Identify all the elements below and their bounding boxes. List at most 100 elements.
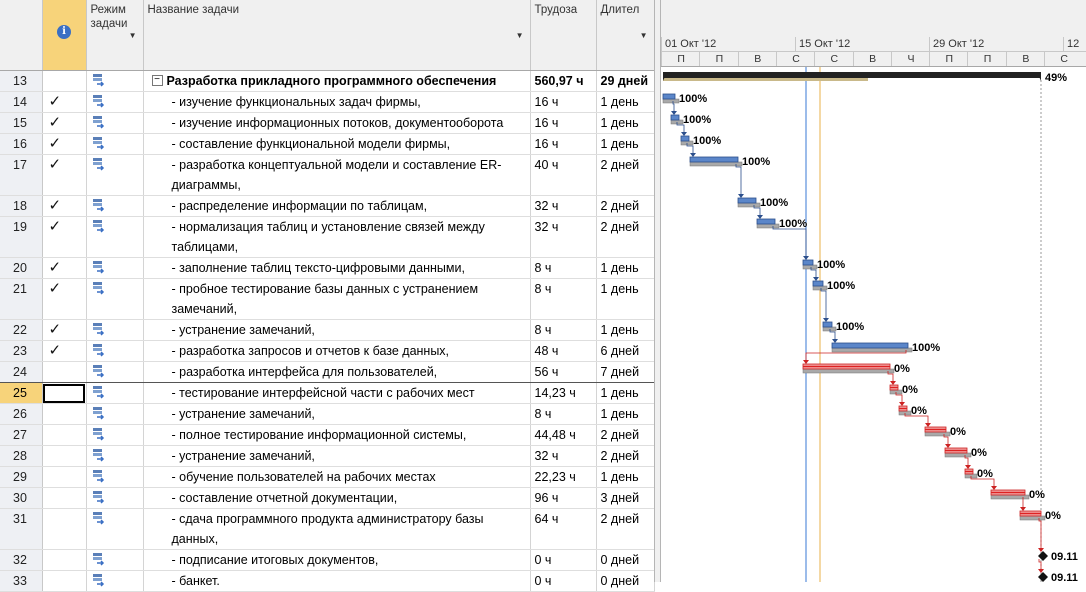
task-name-cell[interactable]: - изучение информационных потоков, докум… (143, 112, 531, 134)
task-mode-cell[interactable] (86, 549, 144, 571)
task-mode-cell[interactable] (86, 570, 144, 592)
task-work[interactable]: 8 ч (530, 403, 597, 425)
task-duration[interactable]: 3 дней (596, 487, 655, 509)
task-work[interactable]: 560,97 ч (530, 70, 597, 92)
indicator-cell[interactable] (42, 424, 87, 446)
chevron-down-icon[interactable]: ▼ (640, 29, 648, 43)
task-row[interactable]: 15 ✓ - изучение информационных потоков, до… (0, 112, 655, 134)
row-id[interactable]: 22 (0, 319, 43, 341)
task-mode-cell[interactable] (86, 278, 144, 320)
task-work[interactable]: 44,48 ч (530, 424, 597, 446)
task-duration[interactable]: 1 день (596, 403, 655, 425)
task-name-cell[interactable]: - изучение функциональных задач фирмы, (143, 91, 531, 113)
task-name-cell[interactable]: - разработка концептуальной модели и сос… (143, 154, 531, 196)
task-duration[interactable]: 1 день (596, 91, 655, 113)
indicator-cell[interactable]: ✓ (42, 257, 87, 279)
task-mode-cell[interactable] (86, 340, 144, 362)
task-name-cell[interactable]: - заполнение таблиц тексто-цифровыми дан… (143, 257, 531, 279)
task-mode-cell[interactable] (86, 382, 144, 404)
task-duration[interactable]: 1 день (596, 257, 655, 279)
indicator-cell[interactable] (42, 570, 87, 592)
task-work[interactable]: 32 ч (530, 445, 597, 467)
row-id[interactable]: 29 (0, 466, 43, 488)
task-row[interactable]: 24 - разработка интерфейса для пользовате… (0, 361, 655, 383)
task-name-cell[interactable]: - устранение замечаний, (143, 319, 531, 341)
work-column-header[interactable]: Трудоза (530, 0, 597, 71)
row-id[interactable]: 20 (0, 257, 43, 279)
collapse-icon[interactable]: − (151, 75, 163, 86)
task-mode-cell[interactable] (86, 487, 144, 509)
task-row[interactable]: 27 - полное тестирование информационной с… (0, 424, 655, 446)
task-name-cell[interactable]: - устранение замечаний, (143, 445, 531, 467)
task-mode-cell[interactable] (86, 361, 144, 383)
task-work[interactable]: 0 ч (530, 549, 597, 571)
task-row[interactable]: 18 ✓ - распределение информации по таблица… (0, 195, 655, 217)
task-row[interactable]: 30 - составление отчетной документации, 96… (0, 487, 655, 509)
task-work[interactable]: 40 ч (530, 154, 597, 196)
task-row[interactable]: 23 ✓ - разработка запросов и отчетов к баз… (0, 340, 655, 362)
task-work[interactable]: 32 ч (530, 216, 597, 258)
task-name-cell[interactable]: - сдача программного продукта администра… (143, 508, 531, 550)
row-id[interactable]: 26 (0, 403, 43, 425)
task-row[interactable]: 28 - устранение замечаний, 32 ч2 дней (0, 445, 655, 467)
indicator-cell[interactable]: ✓ (42, 319, 87, 341)
task-mode-cell[interactable] (86, 445, 144, 467)
row-id[interactable]: 23 (0, 340, 43, 362)
split-divider[interactable] (654, 0, 661, 582)
task-name-cell[interactable]: - подписание итоговых документов, (143, 549, 531, 571)
indicator-cell[interactable] (42, 466, 87, 488)
task-mode-cell[interactable] (86, 257, 144, 279)
indicator-cell[interactable] (42, 508, 87, 550)
task-work[interactable]: 96 ч (530, 487, 597, 509)
task-mode-cell[interactable] (86, 319, 144, 341)
task-name-cell[interactable]: - распределение информации по таблицам, (143, 195, 531, 217)
task-mode-cell[interactable] (86, 133, 144, 155)
select-all-corner[interactable] (0, 0, 43, 71)
indicator-cell[interactable]: ✓ (42, 278, 87, 320)
task-mode-cell[interactable] (86, 216, 144, 258)
indicator-cell[interactable] (42, 361, 87, 383)
row-id[interactable]: 24 (0, 361, 43, 383)
task-name-cell[interactable]: - пробное тестирование базы данных с уст… (143, 278, 531, 320)
row-id[interactable]: 13 (0, 70, 43, 92)
task-duration[interactable]: 1 день (596, 466, 655, 488)
task-work[interactable]: 48 ч (530, 340, 597, 362)
task-work[interactable]: 16 ч (530, 91, 597, 113)
task-mode-cell[interactable] (86, 403, 144, 425)
task-name-cell[interactable]: - устранение замечаний, (143, 403, 531, 425)
task-mode-cell[interactable] (86, 424, 144, 446)
task-mode-cell[interactable] (86, 195, 144, 217)
task-name-cell[interactable]: − Разработка прикладного программного обе… (143, 70, 531, 92)
task-work[interactable]: 56 ч (530, 361, 597, 383)
task-work[interactable]: 14,23 ч (530, 382, 597, 404)
task-row[interactable]: 21 ✓ - пробное тестирование базы данных с … (0, 278, 655, 320)
task-row[interactable]: 33 - банкет. 0 ч0 дней (0, 570, 655, 592)
row-id[interactable]: 21 (0, 278, 43, 320)
task-row[interactable]: 25 - тестирование интерфейсной части с ра… (0, 382, 655, 404)
task-work[interactable]: 16 ч (530, 133, 597, 155)
indicator-cell[interactable]: ✓ (42, 133, 87, 155)
task-duration[interactable]: 7 дней (596, 361, 655, 383)
duration-column-header[interactable]: Длител ▼ (596, 0, 655, 71)
task-mode-cell[interactable] (86, 466, 144, 488)
task-duration[interactable]: 2 дней (596, 508, 655, 550)
chevron-down-icon[interactable]: ▼ (516, 29, 524, 43)
task-duration[interactable]: 1 день (596, 278, 655, 320)
indicator-cell[interactable] (42, 549, 87, 571)
task-name-cell[interactable]: - тестирование интерфейсной части с рабо… (143, 382, 531, 404)
task-row[interactable]: 17 ✓ - разработка концептуальной модели и … (0, 154, 655, 196)
row-id[interactable]: 16 (0, 133, 43, 155)
row-id[interactable]: 32 (0, 549, 43, 571)
task-work[interactable]: 0 ч (530, 570, 597, 592)
task-name-cell[interactable]: - полное тестирование информационной сис… (143, 424, 531, 446)
task-name-cell[interactable]: - обучение пользователей на рабочих мест… (143, 466, 531, 488)
task-duration[interactable]: 6 дней (596, 340, 655, 362)
name-column-header[interactable]: Название задачи ▼ (143, 0, 531, 71)
task-name-cell[interactable]: - банкет. (143, 570, 531, 592)
row-id[interactable]: 17 (0, 154, 43, 196)
indicator-cell[interactable]: ✓ (42, 340, 87, 362)
task-mode-cell[interactable] (86, 70, 144, 92)
row-id[interactable]: 31 (0, 508, 43, 550)
task-mode-cell[interactable] (86, 508, 144, 550)
task-duration[interactable]: 2 дней (596, 445, 655, 467)
